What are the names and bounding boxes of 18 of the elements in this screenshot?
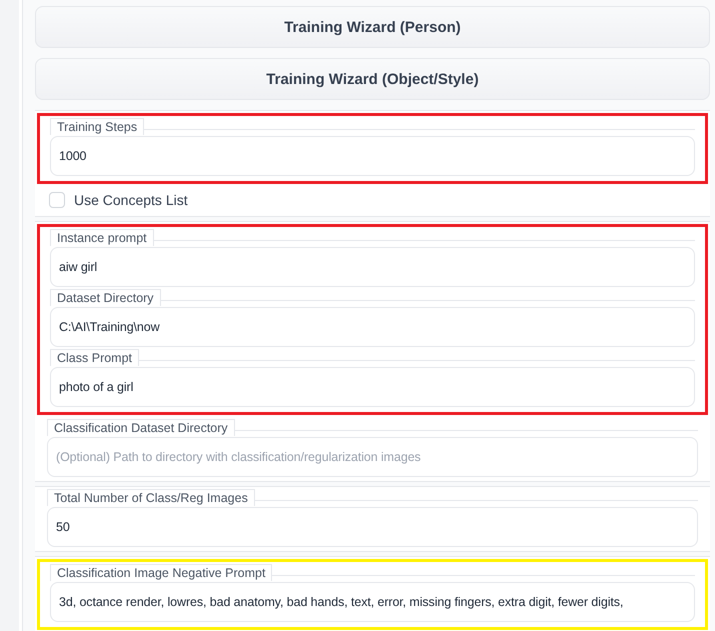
field-label: Classification Dataset Directory bbox=[47, 419, 235, 436]
text-field[interactable]: aiw girl bbox=[50, 247, 695, 287]
wizard-button[interactable]: Training Wizard (Person) bbox=[35, 6, 710, 48]
field-label: Class Prompt bbox=[50, 349, 140, 366]
text-field[interactable]: 3d, octance render, lowres, bad anatomy, bad hands, text, error, missing fingers, extra digit, fewer digits, bbox=[50, 582, 695, 622]
text-field[interactable]: photo of a girl bbox=[50, 367, 695, 407]
text-field[interactable]: C:\AI\Training\now bbox=[50, 307, 695, 347]
text-field[interactable]: 1000 bbox=[50, 136, 695, 176]
text-field[interactable]: (Optional) Path to directory with classification/regularization images bbox=[47, 437, 698, 477]
field-label: Classification Image Negative Prompt bbox=[50, 564, 272, 581]
field-label: Training Steps bbox=[50, 118, 144, 135]
checkbox-label: Use Concepts List bbox=[74, 192, 188, 208]
wizard-button[interactable]: Training Wizard (Object/Style) bbox=[35, 58, 710, 100]
field-label: Dataset Directory bbox=[50, 289, 161, 306]
field-label: Total Number of Class/Reg Images bbox=[47, 489, 255, 506]
field-label: Instance prompt bbox=[50, 229, 154, 246]
text-field[interactable]: 50 bbox=[47, 507, 698, 547]
checkbox[interactable] bbox=[49, 192, 65, 208]
